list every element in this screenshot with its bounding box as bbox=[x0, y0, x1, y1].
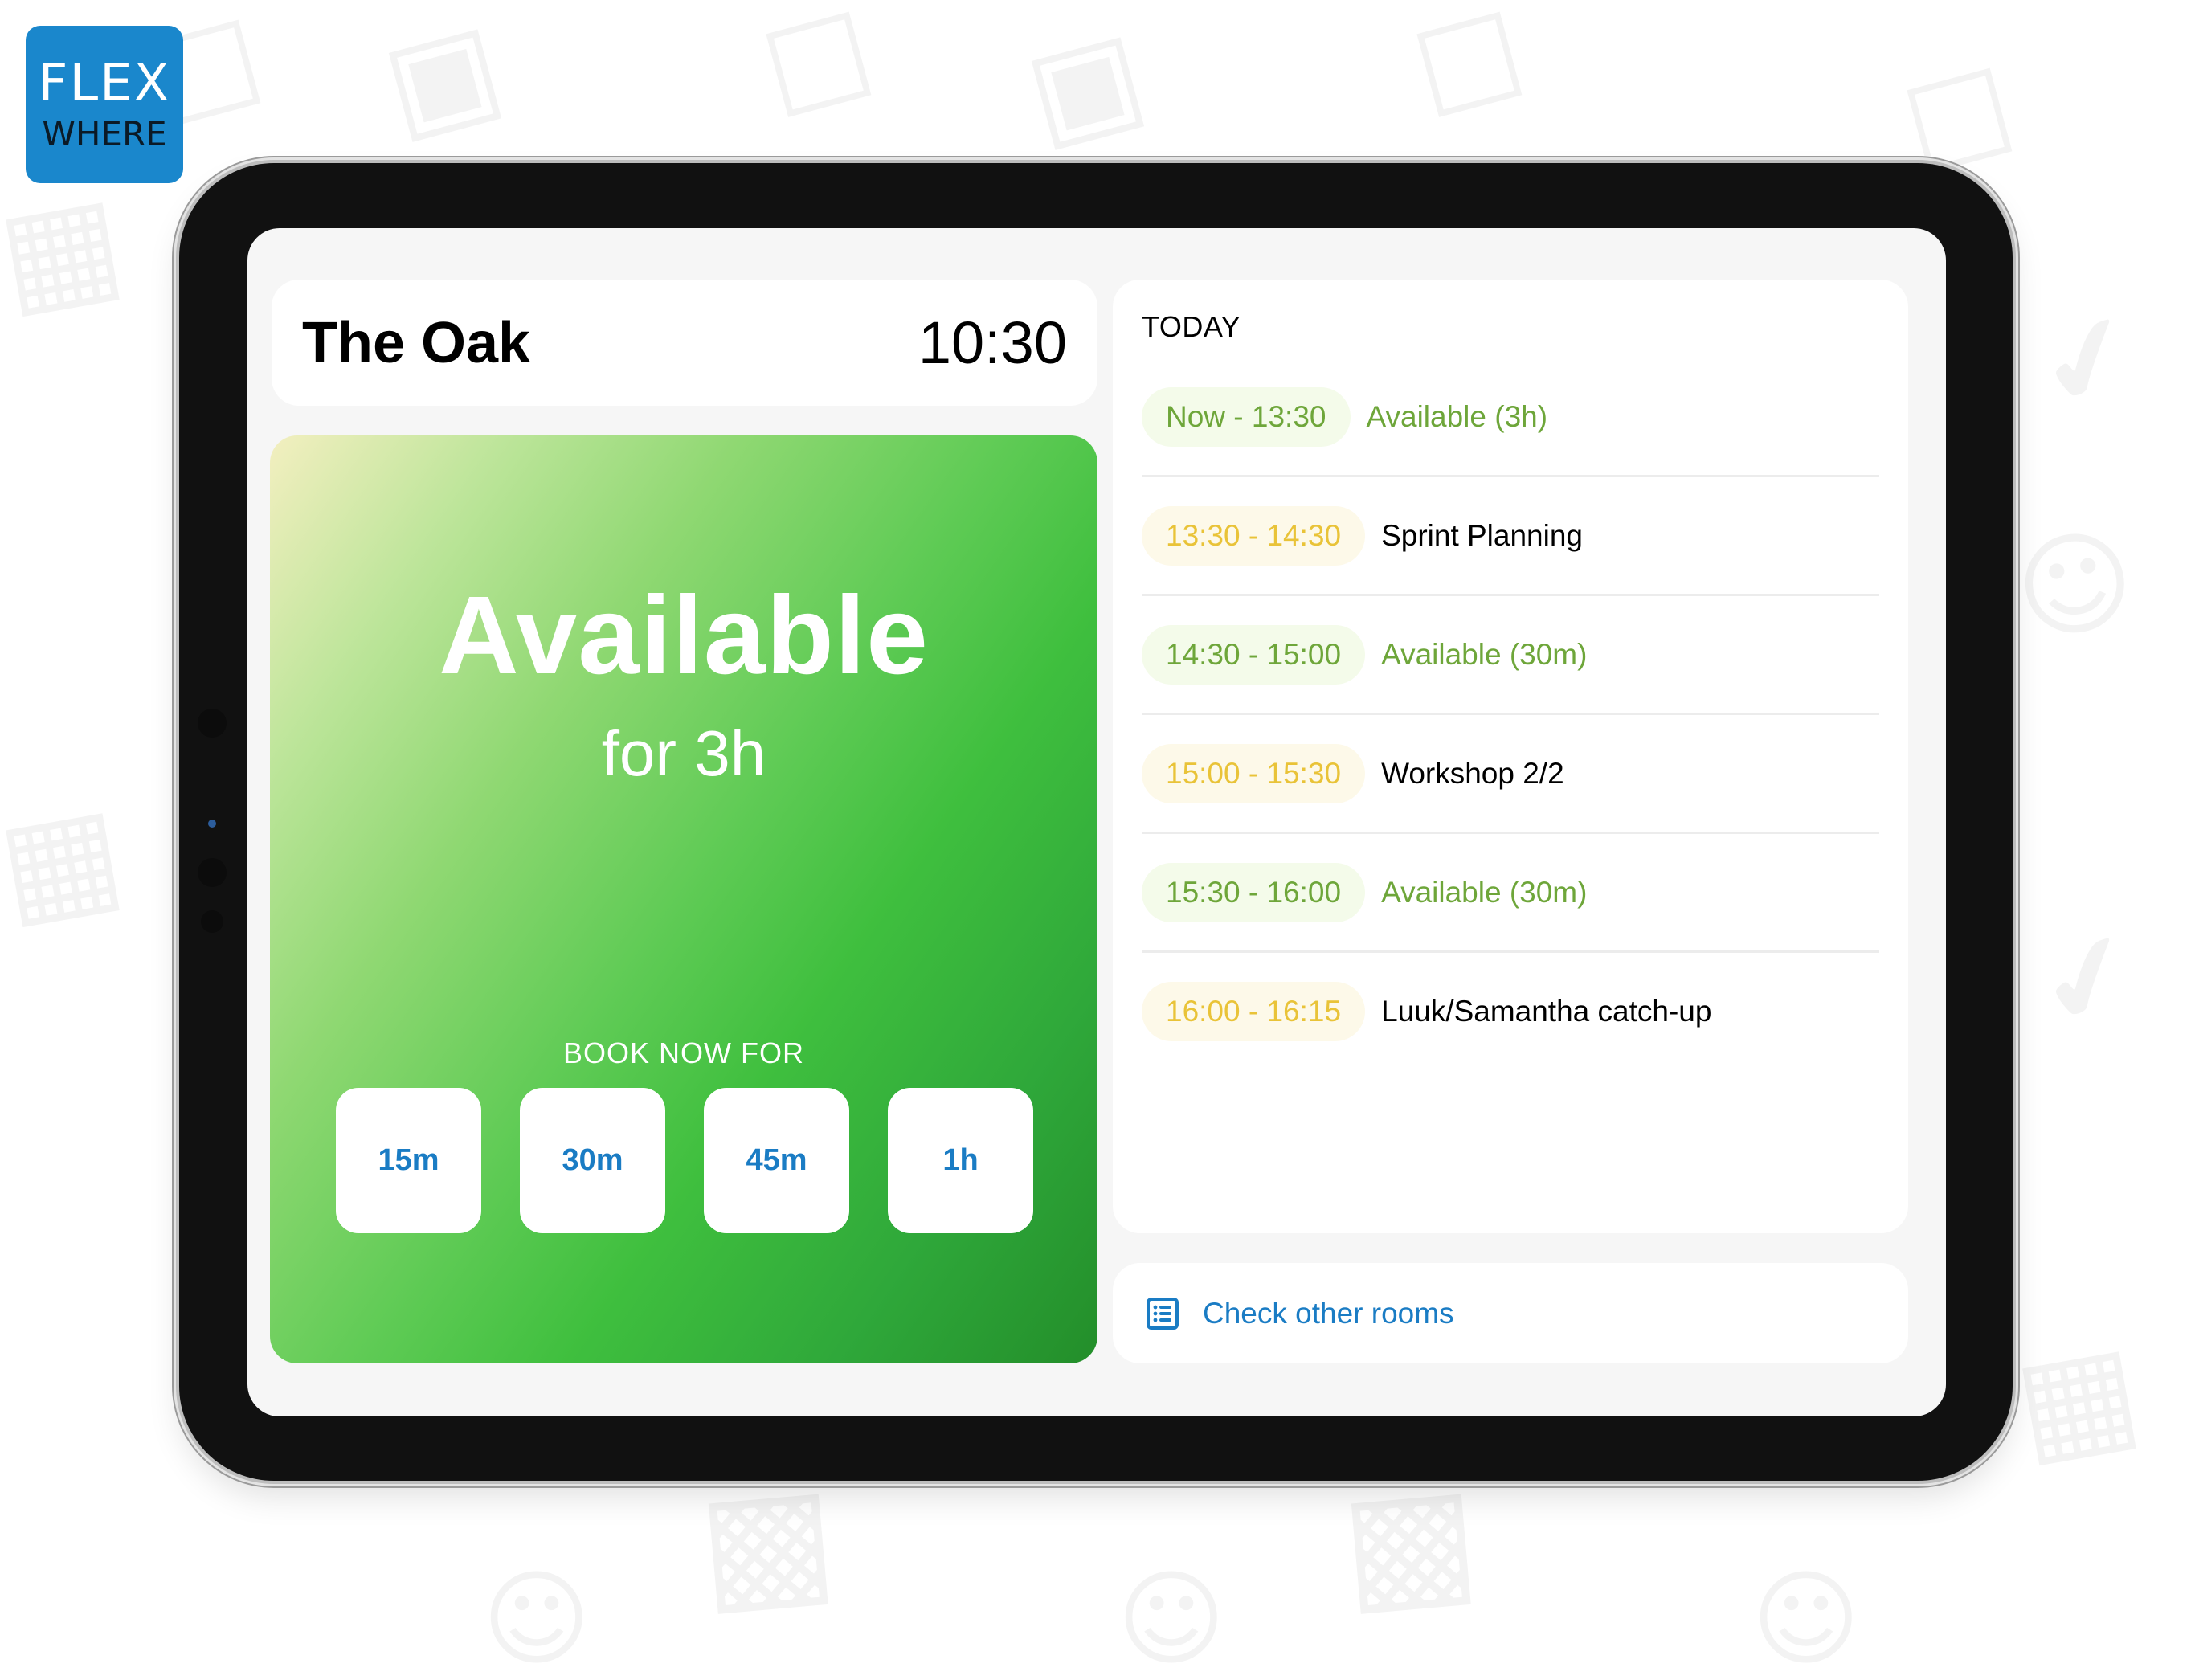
slot-label: Available (3h) bbox=[1366, 399, 1548, 433]
check-other-rooms-label: Check other rooms bbox=[1203, 1296, 1454, 1330]
slot-time: 15:30 - 16:00 bbox=[1142, 862, 1366, 922]
slot-label: Workshop 2/2 bbox=[1381, 756, 1564, 790]
check-other-rooms-button[interactable]: Check other rooms bbox=[1113, 1263, 1908, 1363]
slot-label: Sprint Planning bbox=[1381, 518, 1584, 552]
status-title: Available bbox=[439, 574, 929, 697]
book-45m-button[interactable]: 45m bbox=[704, 1088, 849, 1233]
checkmark-icon: ✔ bbox=[2021, 901, 2155, 1058]
book-duration-options: 15m 30m 45m 1h bbox=[336, 1088, 1033, 1233]
slot-label: Available (30m) bbox=[1381, 875, 1588, 909]
schedule-slot[interactable]: 14:30 - 15:00 Available (30m) bbox=[1142, 596, 1879, 715]
schedule-slot[interactable]: 16:00 - 16:15 Luuk/Samantha catch-up bbox=[1142, 953, 1879, 1069]
list-icon bbox=[1147, 1297, 1179, 1330]
status-duration: for 3h bbox=[601, 717, 766, 789]
slot-time: 14:30 - 15:00 bbox=[1142, 624, 1366, 685]
chair-icon: □ bbox=[1889, 35, 2025, 190]
book-15m-button[interactable]: 15m bbox=[336, 1088, 481, 1233]
slot-time: 16:00 - 16:15 bbox=[1142, 981, 1366, 1041]
room-name: The Oak bbox=[302, 310, 531, 375]
people-icon: ☺ bbox=[2005, 511, 2144, 661]
availability-status-panel: Available for 3h BOOK NOW FOR 15m 30m 45… bbox=[270, 435, 1098, 1363]
flexwhere-logo: FLEX WHERE bbox=[26, 26, 183, 183]
book-30m-button[interactable]: 30m bbox=[520, 1088, 665, 1233]
slot-time: Now - 13:30 bbox=[1142, 386, 1351, 447]
monitor-icon: ▣ bbox=[1012, 2, 1159, 167]
monitor-icon: ▣ bbox=[369, 0, 516, 159]
calendar-icon: ▦ bbox=[2004, 1313, 2151, 1482]
building-icon: ▩ bbox=[692, 1452, 843, 1633]
calendar-icon: ▦ bbox=[0, 775, 134, 944]
schedule-slot[interactable]: 15:30 - 16:00 Available (30m) bbox=[1142, 834, 1879, 953]
room-header: The Oak 10:30 bbox=[272, 280, 1098, 406]
logo-text-flex: FLEX bbox=[38, 54, 171, 113]
slot-label: Luuk/Samantha catch-up bbox=[1381, 994, 1712, 1028]
camera-lens-icon bbox=[208, 820, 216, 828]
schedule-slot[interactable]: Now - 13:30 Available (3h) bbox=[1142, 358, 1879, 477]
schedule-list: Now - 13:30 Available (3h) 13:30 - 14:30… bbox=[1142, 358, 1879, 1069]
slot-time: 13:30 - 14:30 bbox=[1142, 505, 1366, 566]
book-1h-button[interactable]: 1h bbox=[888, 1088, 1033, 1233]
checkmark-icon: ✔ bbox=[2021, 283, 2155, 439]
chair-icon: □ bbox=[1399, 0, 1535, 133]
slot-time: 15:00 - 15:30 bbox=[1142, 743, 1366, 803]
slot-label: Available (30m) bbox=[1381, 637, 1588, 671]
calendar-icon: ▦ bbox=[0, 164, 134, 333]
people-icon: ☺ bbox=[1117, 1558, 1226, 1680]
camera-sensor bbox=[198, 709, 227, 738]
chair-icon: □ bbox=[748, 0, 885, 133]
building-icon: ▩ bbox=[1335, 1452, 1486, 1633]
schedule-heading: TODAY bbox=[1142, 310, 1241, 343]
people-icon: ☺ bbox=[482, 1558, 591, 1680]
current-time: 10:30 bbox=[918, 309, 1067, 376]
people-icon: ☺ bbox=[1752, 1558, 1861, 1680]
schedule-slot[interactable]: 13:30 - 14:30 Sprint Planning bbox=[1142, 477, 1879, 596]
book-now-label: BOOK NOW FOR bbox=[563, 1036, 804, 1069]
camera-sensor bbox=[198, 858, 227, 887]
logo-text-where: WHERE bbox=[42, 114, 167, 153]
today-schedule: TODAY Now - 13:30 Available (3h) 13:30 -… bbox=[1113, 280, 1908, 1233]
camera-sensor bbox=[201, 910, 223, 933]
schedule-slot[interactable]: 15:00 - 15:30 Workshop 2/2 bbox=[1142, 715, 1879, 834]
room-display-screen: The Oak 10:30 Available for 3h BOOK NOW … bbox=[247, 228, 1946, 1416]
